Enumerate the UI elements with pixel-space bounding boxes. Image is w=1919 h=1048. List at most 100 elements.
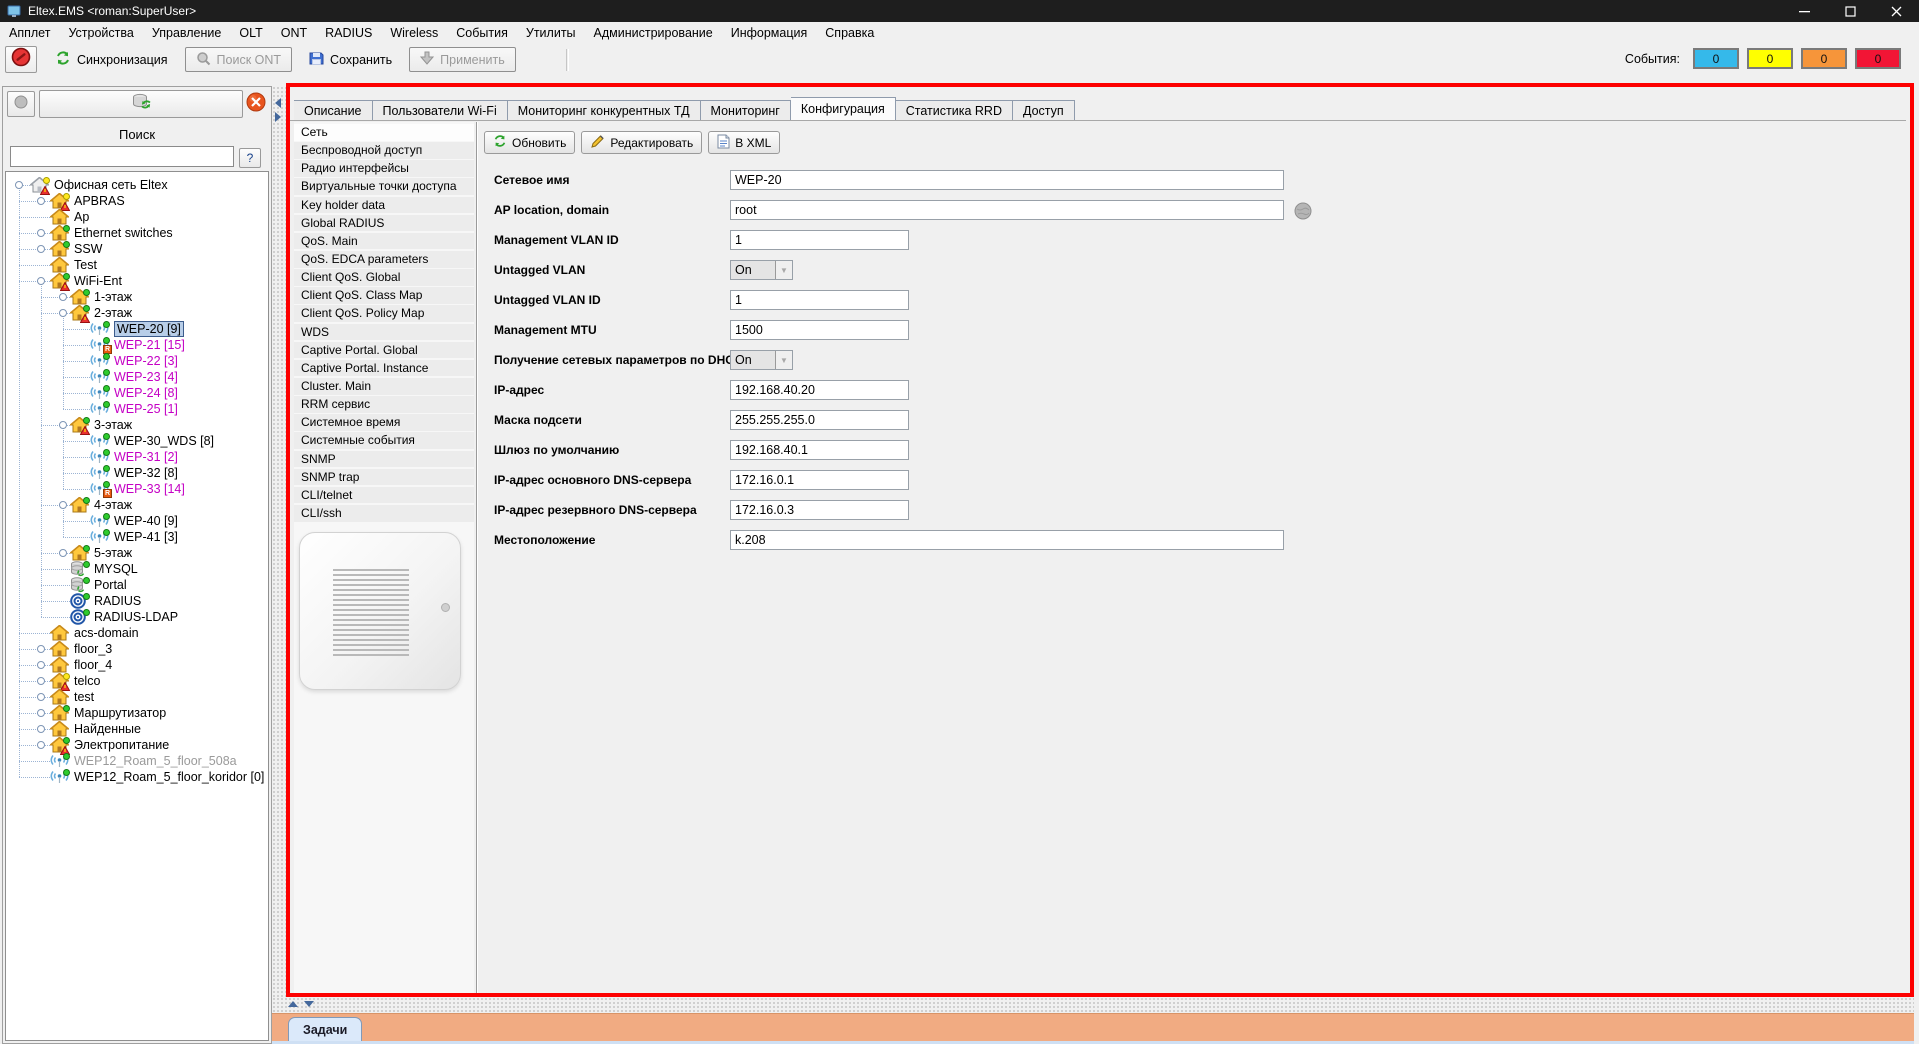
collapse-left-icon[interactable] xyxy=(275,98,281,108)
menu-item[interactable]: Администрирование xyxy=(585,22,722,44)
menu-item[interactable]: Утилиты xyxy=(517,22,585,44)
field-value: 1500 xyxy=(731,321,767,339)
field-input[interactable]: 192.168.40.1 ▼ xyxy=(730,440,909,460)
tab[interactable]: Мониторинг конкурентных ТД xyxy=(508,100,701,121)
tab[interactable]: Мониторинг xyxy=(701,100,791,121)
field-input[interactable]: 192.168.40.20 ▼ xyxy=(730,380,909,400)
menu-item[interactable]: OLT xyxy=(230,22,271,44)
toolbar-button[interactable]: Сохранить xyxy=(298,47,403,72)
field-input[interactable]: On ▼ xyxy=(730,260,793,280)
field-label: Шлюз по умолчанию xyxy=(494,440,619,460)
field-value: 192.168.40.1 xyxy=(731,441,812,459)
form-row: Местоположение k.208 ▼ xyxy=(0,530,1919,552)
close-button[interactable] xyxy=(1873,0,1919,22)
collapse-right-icon[interactable] xyxy=(275,112,281,122)
bottom-edge xyxy=(0,1044,1919,1048)
sidebar-circle-button[interactable] xyxy=(7,91,35,117)
field-input[interactable]: WEP-20 ▼ xyxy=(730,170,1284,190)
field-value: 1 xyxy=(731,291,746,309)
toolbar: Синхронизация Поиск ONT Сохранить Примен… xyxy=(0,44,1919,76)
menu-item[interactable]: Управление xyxy=(143,22,231,44)
field-label: Management MTU xyxy=(494,320,597,340)
menu-item[interactable]: Информация xyxy=(722,22,817,44)
event-counter[interactable]: 0 xyxy=(1855,48,1901,69)
field-input[interactable]: 1 ▼ xyxy=(730,230,909,250)
tab[interactable]: Статистика RRD xyxy=(896,100,1013,121)
alarm-icon xyxy=(11,47,31,72)
form-row: Untagged VLAN ID 1 ▼ xyxy=(0,290,1919,312)
field-label: Маска подсети xyxy=(494,410,582,430)
toolbar-buttons: Синхронизация Поиск ONT Сохранить Примен… xyxy=(44,47,516,72)
toolbar-separator xyxy=(566,49,569,71)
menu-item[interactable]: События xyxy=(447,22,517,44)
toolbar-button-label: Применить xyxy=(440,53,505,67)
tasks-tab[interactable]: Задачи xyxy=(288,1017,362,1042)
menu-item[interactable]: Справка xyxy=(816,22,883,44)
app-icon xyxy=(7,4,21,18)
menu-item[interactable]: Апплет xyxy=(0,22,59,44)
menu-item[interactable]: Wireless xyxy=(381,22,447,44)
minimize-button[interactable] xyxy=(1781,0,1827,22)
event-counter[interactable]: 0 xyxy=(1747,48,1793,69)
form-row: Management MTU 1500 ▼ xyxy=(0,320,1919,342)
field-input[interactable]: On ▼ xyxy=(730,350,793,370)
form-row: IP-адрес 192.168.40.20 ▼ xyxy=(0,380,1919,402)
sync-icon-icon xyxy=(55,50,71,69)
field-label: Сетевое имя xyxy=(494,170,570,190)
form-row: Management VLAN ID 1 ▼ xyxy=(0,230,1919,252)
field-input[interactable]: 1 ▼ xyxy=(730,290,909,310)
field-value: root xyxy=(731,201,761,219)
title-bar: Eltex.EMS <roman:SuperUser> xyxy=(0,0,1919,22)
form-row: Шлюз по умолчанию 192.168.40.1 ▼ xyxy=(0,440,1919,462)
main-tabs: ОписаниеПользователи Wi-FiМониторинг кон… xyxy=(294,97,1075,121)
form-row: IP-адрес основного DNS-сервера 172.16.0.… xyxy=(0,470,1919,492)
tab[interactable]: Пользователи Wi-Fi xyxy=(373,100,508,121)
maximize-button[interactable] xyxy=(1827,0,1873,22)
sidebar-close-button[interactable] xyxy=(244,92,268,116)
field-value: 172.16.0.1 xyxy=(731,471,798,489)
menu-item[interactable]: RADIUS xyxy=(316,22,381,44)
field-label: IP-адрес xyxy=(494,380,544,400)
field-label: Untagged VLAN xyxy=(494,260,585,280)
menu-item[interactable]: ONT xyxy=(272,22,316,44)
field-label: IP-адрес основного DNS-сервера xyxy=(494,470,691,490)
field-input[interactable]: root ▼ xyxy=(730,200,1284,220)
collapse-down-icon[interactable] xyxy=(304,1001,314,1007)
toolbar-button[interactable]: Поиск ONT xyxy=(185,47,293,72)
field-input[interactable]: 172.16.0.1 ▼ xyxy=(730,470,909,490)
field-input[interactable]: 1500 ▼ xyxy=(730,320,909,340)
window-title: Eltex.EMS <roman:SuperUser> xyxy=(28,0,196,22)
field-value: On xyxy=(731,351,756,369)
tab[interactable]: Описание xyxy=(294,100,373,121)
field-label: Местоположение xyxy=(494,530,595,550)
field-label: AP location, domain xyxy=(494,200,609,220)
chevron-down-icon[interactable]: ▼ xyxy=(775,351,792,369)
toolbar-button[interactable]: Применить xyxy=(409,47,516,72)
events-label: События: xyxy=(1556,49,1680,69)
event-counter[interactable]: 0 xyxy=(1693,48,1739,69)
menu-bar: АпплетУстройстваУправлениеOLTONTRADIUSWi… xyxy=(0,22,1919,44)
tab[interactable]: Доступ xyxy=(1013,100,1075,121)
horizontal-splitter[interactable] xyxy=(272,997,1914,1013)
menu-item[interactable]: Устройства xyxy=(59,22,142,44)
db-sync-icon xyxy=(131,93,151,116)
form-row: IP-адрес резервного DNS-сервера 172.16.0… xyxy=(0,500,1919,522)
alarm-button[interactable] xyxy=(5,46,37,73)
field-input[interactable]: k.208 ▼ xyxy=(730,530,1284,550)
tasks-bar: Задачи xyxy=(272,1013,1914,1041)
sidebar-db-sync-button[interactable] xyxy=(39,90,243,118)
apply-icon-icon xyxy=(420,51,434,68)
event-counter[interactable]: 0 xyxy=(1801,48,1847,69)
field-label: Untagged VLAN ID xyxy=(494,290,601,310)
field-input[interactable]: 172.16.0.3 ▼ xyxy=(730,500,909,520)
tab[interactable]: Конфигурация xyxy=(791,97,896,121)
field-input[interactable]: 255.255.255.0 ▼ xyxy=(730,410,909,430)
search-icon-icon xyxy=(196,51,211,69)
toolbar-button-label: Сохранить xyxy=(330,53,392,67)
toolbar-button[interactable]: Синхронизация xyxy=(44,47,179,72)
chevron-down-icon[interactable]: ▼ xyxy=(775,261,792,279)
config-form: Сетевое имя WEP-20 ▼ AP location, domain… xyxy=(0,122,1919,1002)
field-value: 192.168.40.20 xyxy=(731,381,819,399)
expand-up-icon[interactable] xyxy=(288,1001,298,1007)
tabs-baseline xyxy=(290,120,1906,121)
